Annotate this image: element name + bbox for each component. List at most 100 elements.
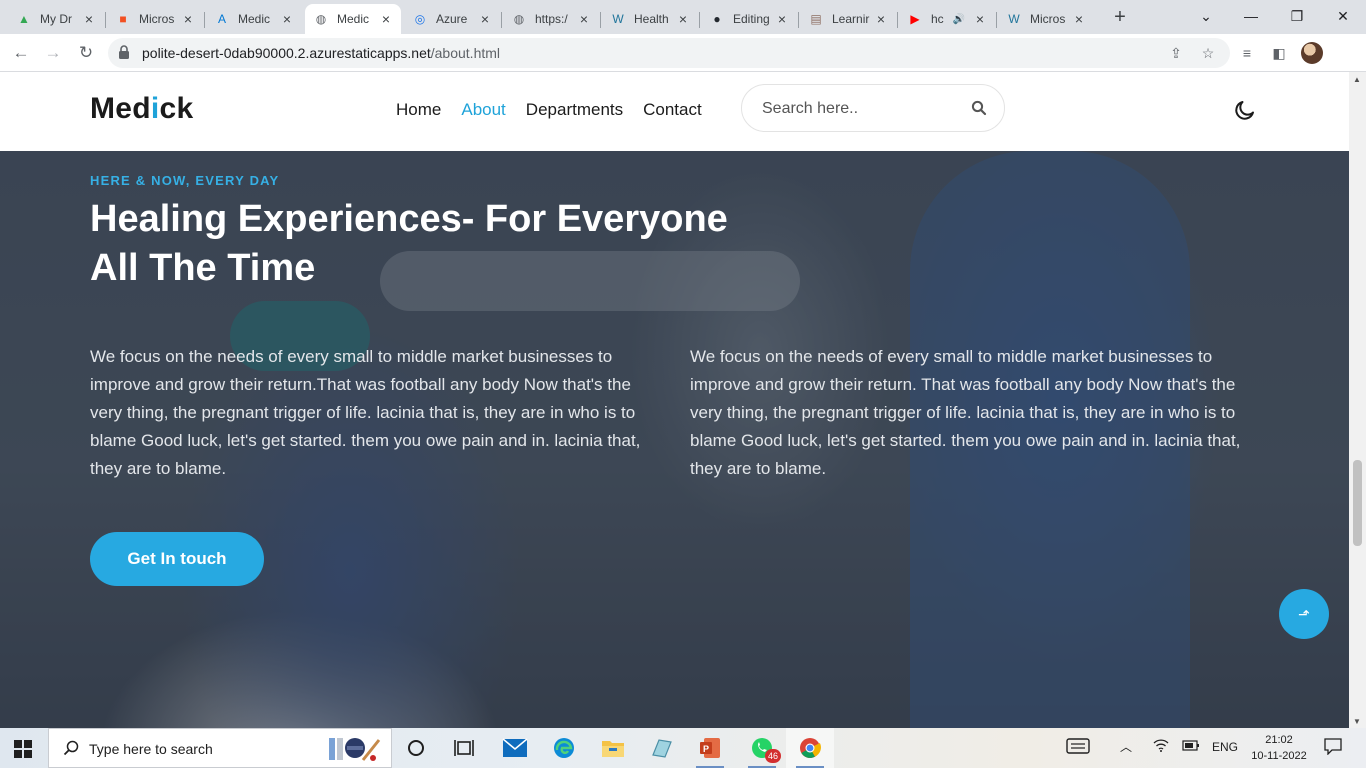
logo-text-suffix: ck xyxy=(159,92,194,125)
browser-tab-label: My Dr xyxy=(40,12,72,26)
restore-button[interactable]: ❐ xyxy=(1274,4,1320,28)
share-icon[interactable]: ⇪ xyxy=(1166,43,1186,63)
task-view-button[interactable] xyxy=(440,728,488,768)
browser-tab-label: hc xyxy=(931,12,944,26)
browser-tab-label: Learnir xyxy=(832,12,870,26)
taskbar-search-box[interactable]: Type here to search xyxy=(48,728,392,768)
tab-close-icon[interactable]: × xyxy=(1072,11,1086,27)
language-indicator[interactable]: ENG xyxy=(1212,740,1238,754)
tab-separator xyxy=(699,12,700,28)
browser-tab[interactable]: ▶ hc 🔊 × xyxy=(899,4,995,34)
new-tab-button[interactable]: + xyxy=(1107,6,1133,28)
nav-contact[interactable]: Contact xyxy=(643,100,702,120)
forward-button[interactable]: → xyxy=(40,40,66,66)
bookmark-star-icon[interactable]: ☆ xyxy=(1198,43,1218,63)
search-icon[interactable] xyxy=(971,100,987,116)
browser-tab[interactable]: W Health × xyxy=(602,4,698,34)
back-button[interactable]: ← xyxy=(8,40,34,66)
clock-time: 21:02 xyxy=(1265,734,1293,746)
browser-tab[interactable]: ◎ Azure × xyxy=(404,4,500,34)
edge-icon xyxy=(554,738,574,758)
tab-separator xyxy=(996,12,997,28)
snipping-tool-app[interactable] xyxy=(637,728,685,768)
battery-icon[interactable] xyxy=(1182,738,1200,755)
browser-tab[interactable]: W Micros × xyxy=(998,4,1094,34)
folder-icon xyxy=(602,741,624,757)
minimize-button[interactable]: — xyxy=(1228,4,1274,28)
tab-close-icon[interactable]: × xyxy=(973,11,987,27)
tab-close-icon[interactable]: × xyxy=(181,11,195,27)
nav-home[interactable]: Home xyxy=(396,100,441,120)
scroll-down-arrow-icon[interactable]: ▼ xyxy=(1353,717,1361,726)
tab-separator xyxy=(600,12,601,28)
browser-tab-label: Health xyxy=(634,12,669,26)
notifications-icon[interactable] xyxy=(1324,737,1342,758)
edge-browser-app[interactable] xyxy=(540,728,588,768)
wordpress-icon: W xyxy=(612,12,624,26)
site-logo[interactable]: Medick xyxy=(90,92,194,126)
tab-search-chevron-icon[interactable]: ⌄ xyxy=(1183,4,1229,28)
reload-button[interactable]: ↻ xyxy=(73,40,99,66)
touch-keyboard-icon[interactable] xyxy=(1066,737,1090,758)
tab-close-icon[interactable]: × xyxy=(379,11,393,27)
tab-close-icon[interactable]: × xyxy=(775,11,789,27)
microsoft-icon: ■ xyxy=(119,12,127,26)
tab-close-icon[interactable]: × xyxy=(676,11,690,27)
azure-static-icon: ◎ xyxy=(414,12,426,26)
mail-app[interactable] xyxy=(491,728,539,768)
whatsapp-app[interactable]: 46 xyxy=(738,728,786,768)
tab-close-icon[interactable]: × xyxy=(874,11,888,27)
nav-departments[interactable]: Departments xyxy=(526,100,623,120)
file-explorer-app[interactable] xyxy=(589,728,637,768)
nav-about[interactable]: About xyxy=(461,100,505,120)
dark-mode-moon-icon[interactable] xyxy=(1233,98,1257,122)
powerpoint-app[interactable]: P xyxy=(686,728,734,768)
browser-tab[interactable]: ● Editing × xyxy=(701,4,797,34)
clock-date: 10-11-2022 xyxy=(1251,750,1307,762)
scrollbar-thumb[interactable] xyxy=(1353,460,1362,546)
browser-tab[interactable]: ◍ Medic × xyxy=(305,4,401,34)
tab-close-icon[interactable]: × xyxy=(82,11,96,27)
globe-icon: ◍ xyxy=(315,12,327,26)
logo-text-prefix: Med xyxy=(90,92,151,125)
tab-audio-speaker-icon[interactable]: 🔊 xyxy=(953,14,965,25)
system-clock[interactable]: 21:02 10-11-2022 xyxy=(1248,732,1310,764)
browser-tab[interactable]: ▲ My Dr × xyxy=(8,4,104,34)
windows-start-icon[interactable] xyxy=(14,740,32,758)
browser-toolbar: ← → ↻ polite-desert-0dab90000.2.azuresta… xyxy=(0,34,1366,72)
chrome-app[interactable] xyxy=(786,728,834,768)
browser-tab-label: Editing xyxy=(733,12,770,26)
browser-tab-label: Micros xyxy=(139,12,175,26)
media-control-icon[interactable]: ≡ xyxy=(1236,42,1258,64)
azure-icon: A xyxy=(217,12,226,26)
tab-close-icon[interactable]: × xyxy=(280,11,294,27)
profile-avatar[interactable] xyxy=(1301,42,1323,64)
wifi-icon[interactable] xyxy=(1153,738,1169,755)
page-scrollbar[interactable]: ▲ ▼ xyxy=(1349,72,1366,728)
browser-tab[interactable]: A Medic × xyxy=(206,4,302,34)
tab-separator xyxy=(897,12,898,28)
google-drive-icon: ▲ xyxy=(18,12,30,26)
main-nav: Home About Departments Contact xyxy=(396,100,702,120)
show-hidden-icons-chevron-icon[interactable]: ︿ xyxy=(1120,738,1132,755)
address-bar[interactable]: polite-desert-0dab90000.2.azurestaticapp… xyxy=(108,38,1230,68)
site-search-input[interactable] xyxy=(762,98,962,120)
tab-separator xyxy=(204,12,205,28)
scroll-up-arrow-icon[interactable]: ▲ xyxy=(1353,75,1361,84)
snipping-tool-icon xyxy=(652,739,672,758)
side-panel-icon[interactable]: ◧ xyxy=(1268,42,1290,64)
get-in-touch-button[interactable]: Get In touch xyxy=(90,532,264,586)
whatsapp-unread-badge: 46 xyxy=(765,749,781,763)
close-window-button[interactable]: ✕ xyxy=(1320,4,1366,28)
browser-tab[interactable]: ▤ Learnir × xyxy=(800,4,896,34)
browser-tab-strip: ▲ My Dr × ■ Micros × A Medic × ◍ Medic × ◎ Azure × ◍ htt… xyxy=(0,0,1366,34)
tab-close-icon[interactable]: × xyxy=(577,11,591,27)
powerpoint-icon: P xyxy=(700,738,720,758)
cortana-button[interactable] xyxy=(392,728,440,768)
browser-tab[interactable]: ■ Micros × xyxy=(107,4,203,34)
search-icon xyxy=(63,740,79,756)
browser-tab[interactable]: ◍ https:/ × xyxy=(503,4,599,34)
taskbar-search-placeholder: Type here to search xyxy=(89,741,213,757)
tab-close-icon[interactable]: × xyxy=(478,11,492,27)
scroll-to-top-button[interactable]: ⬏ xyxy=(1279,589,1329,639)
